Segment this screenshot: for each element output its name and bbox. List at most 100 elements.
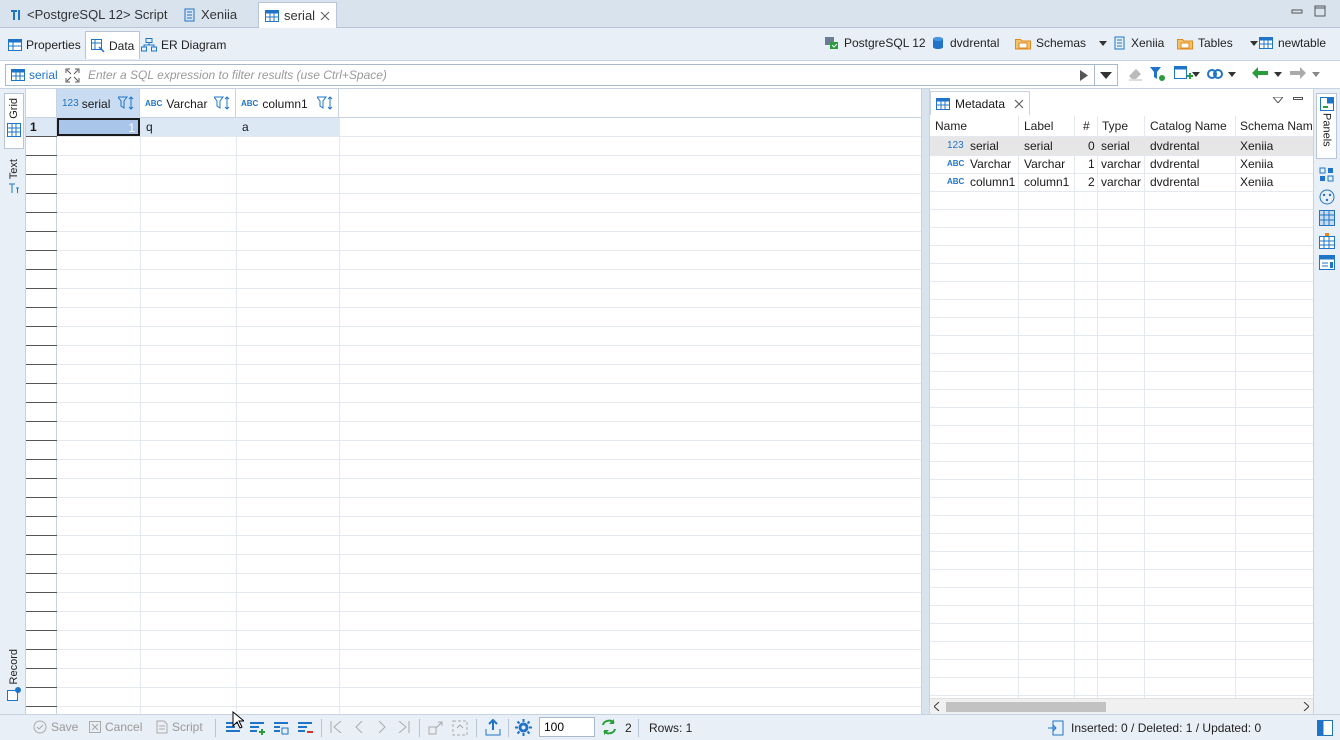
tab-serial[interactable]: serial [258, 2, 338, 28]
gear-icon[interactable] [515, 719, 532, 736]
cancel-button[interactable]: Cancel [89, 720, 142, 734]
breadcrumb-schema[interactable]: Xeniia [1112, 36, 1164, 50]
row-number-line [26, 592, 57, 593]
metadata-row[interactable]: ABC Varchar Varchar 1 varchar dvdrental … [930, 155, 1314, 173]
tab-properties[interactable]: Properties [3, 31, 86, 59]
next-page-icon[interactable] [377, 721, 387, 733]
filter-settings-icon[interactable] [1150, 66, 1166, 82]
meta-schema: Xeniia [1240, 157, 1274, 171]
delete-row-icon[interactable] [297, 720, 313, 736]
metadata-tab[interactable]: Metadata [930, 91, 1031, 115]
toggle-panels-icon[interactable] [1317, 720, 1333, 736]
breadcrumb-table[interactable]: newtable [1259, 36, 1326, 50]
tab-xeniia[interactable]: Xeniia [176, 2, 243, 27]
row-number[interactable]: 1 [26, 118, 57, 136]
grid-cell[interactable]: q [140, 118, 236, 136]
refresh-icon[interactable] [600, 719, 618, 735]
breadcrumb-schemas[interactable]: Schemas [1015, 36, 1108, 50]
grid-view-tab[interactable]: Grid [4, 93, 24, 149]
export-icon[interactable] [485, 719, 501, 736]
pending-changes-icon[interactable] [1048, 720, 1064, 736]
minimize-icon[interactable] [1291, 5, 1303, 17]
metadata-row[interactable]: ABC column1 column1 2 varchar dvdrental … [930, 173, 1314, 191]
row-link-icon[interactable] [428, 720, 444, 736]
grid-row-line [26, 174, 921, 175]
apply-filter-icon[interactable] [1080, 70, 1088, 81]
column-filter-sort-icon[interactable] [317, 96, 335, 110]
header-schema[interactable]: Schema Nam [1240, 119, 1313, 133]
breadcrumb-tables[interactable]: Tables [1177, 36, 1258, 50]
view-menu-icon[interactable] [1273, 97, 1283, 103]
close-tab-icon[interactable] [320, 11, 330, 21]
grid-cell[interactable]: a [236, 118, 339, 136]
grid-cell[interactable]: 1 [57, 118, 140, 136]
previous-page-icon[interactable] [354, 721, 364, 733]
chevron-down-icon[interactable] [1274, 72, 1282, 77]
minimize-icon[interactable] [1293, 97, 1303, 101]
horizontal-scrollbar[interactable] [930, 698, 1314, 714]
record-view-tab[interactable]: Record [4, 649, 24, 709]
tab-label: serial [284, 8, 316, 23]
tab-label: Properties [26, 38, 81, 52]
metadata-icon[interactable] [1319, 210, 1335, 226]
breadcrumb-connection[interactable]: PostgreSQL 12 [824, 36, 926, 50]
breadcrumb-connection-label: PostgreSQL 12 [844, 36, 926, 50]
text-view-tab[interactable]: Text [4, 159, 24, 205]
chevron-down-icon[interactable] [1228, 72, 1236, 77]
refresh-row-icon[interactable] [452, 720, 468, 736]
scroll-right-icon[interactable] [1303, 702, 1309, 711]
tab-data[interactable]: Data [85, 31, 141, 59]
scrollbar-thumb[interactable] [946, 702, 1106, 712]
column-header-varchar[interactable]: ABC Varchar [140, 89, 236, 118]
metadata-row[interactable]: 123 serial serial 0 serial dvdrental Xen… [930, 137, 1314, 155]
grid-corner[interactable] [26, 89, 57, 118]
header-name[interactable]: Name [935, 119, 967, 133]
calc-icon[interactable] [1319, 189, 1335, 205]
results-grid[interactable]: 123 serial ABC Varchar ABC column1 1 1 q… [26, 89, 922, 714]
filter-entity[interactable]: serial [11, 68, 58, 82]
grid-row-line [26, 611, 921, 612]
references-icon[interactable] [1319, 255, 1335, 271]
header-label[interactable]: Label [1024, 119, 1053, 133]
save-filter-icon[interactable] [1174, 66, 1194, 82]
eraser-icon[interactable] [1128, 67, 1143, 81]
maximize-icon[interactable] [1314, 5, 1326, 17]
filter-history-chevron-icon[interactable] [1100, 72, 1112, 79]
header-catalog[interactable]: Catalog Name [1150, 119, 1227, 133]
last-page-icon[interactable] [398, 721, 410, 733]
metadata-row-line [930, 569, 1314, 570]
value-viewer-icon[interactable] [1319, 167, 1335, 183]
forward-arrow-icon[interactable] [1290, 67, 1306, 79]
tab-er-diagram[interactable]: ER Diagram [136, 31, 231, 59]
save-button[interactable]: Save [33, 720, 78, 734]
header-type[interactable]: Type [1102, 119, 1128, 133]
grouping-icon[interactable] [1319, 233, 1335, 249]
close-icon[interactable] [1014, 99, 1024, 109]
panels-tab[interactable]: Panels [1316, 93, 1337, 159]
column-header-serial[interactable]: 123 serial [57, 89, 140, 118]
column-filter-sort-icon[interactable] [118, 96, 136, 110]
chevron-down-icon[interactable] [1192, 72, 1200, 77]
first-page-icon[interactable] [330, 721, 342, 733]
table-row[interactable]: 1 1 q a [26, 118, 339, 136]
breadcrumb-database[interactable]: dvdrental [931, 36, 999, 50]
metadata-row-line [930, 443, 1314, 444]
tab-postgresql-script[interactable]: <PostgreSQL 12> Script [2, 2, 173, 27]
add-row-icon[interactable] [249, 720, 265, 736]
link-icon[interactable] [1206, 66, 1224, 82]
chevron-down-icon[interactable] [1312, 72, 1320, 77]
column-header-column1[interactable]: ABC column1 [236, 89, 339, 118]
expand-icon[interactable] [65, 68, 80, 83]
chevron-down-icon[interactable] [1099, 40, 1108, 46]
script-button[interactable]: Script [156, 720, 203, 734]
column-filter-sort-icon[interactable] [214, 96, 232, 110]
copy-row-icon[interactable] [273, 720, 289, 736]
chevron-down-icon[interactable] [1249, 40, 1258, 46]
filter-input[interactable] [88, 66, 1078, 84]
editor-tab-bar: <PostgreSQL 12> Script Xeniia serial [0, 0, 1340, 28]
header-index[interactable]: # [1083, 119, 1090, 133]
fetch-size-input[interactable] [539, 717, 595, 737]
scroll-left-icon[interactable] [934, 702, 940, 711]
presentation-switcher: Grid Text Record [0, 89, 26, 714]
back-arrow-icon[interactable] [1252, 67, 1268, 79]
